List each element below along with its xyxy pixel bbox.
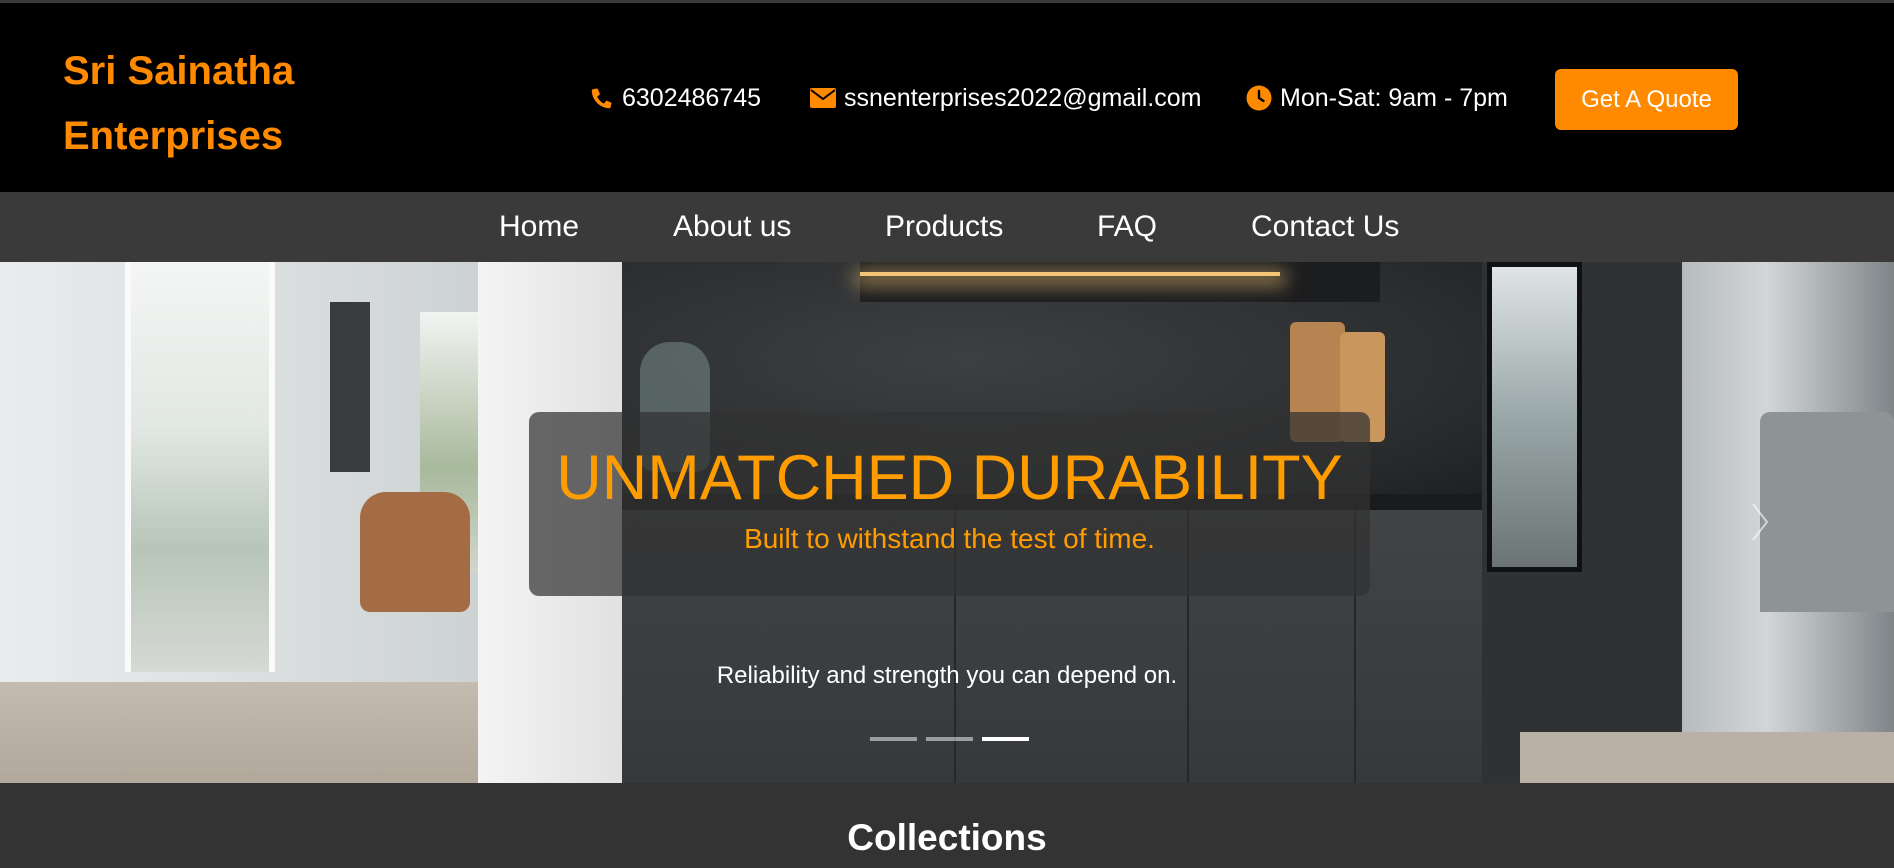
nav-item-faq[interactable]: FAQ bbox=[1097, 210, 1157, 244]
scene-oven-window bbox=[1487, 262, 1582, 572]
contact-phone[interactable]: 6302486745 bbox=[590, 81, 761, 115]
nav-item-products[interactable]: Products bbox=[885, 210, 1003, 244]
nav-item-home[interactable]: Home bbox=[499, 210, 579, 244]
scene-right-floor bbox=[1520, 732, 1894, 783]
scene-grill bbox=[1760, 412, 1894, 612]
carousel-indicator-2[interactable] bbox=[926, 737, 973, 741]
hero-tagline: Reliability and strength you can depend … bbox=[716, 662, 1178, 689]
carousel-next-button[interactable] bbox=[1740, 494, 1780, 554]
business-hours: Mon-Sat: 9am - 7pm bbox=[1246, 81, 1508, 115]
site-header: Sri Sainatha Enterprises 6302486745 ssne… bbox=[0, 3, 1894, 192]
carousel-indicator-1[interactable] bbox=[870, 737, 917, 741]
hero-title: UNMATCHED DURABILITY bbox=[556, 443, 1343, 513]
get-a-quote-button[interactable]: Get A Quote bbox=[1555, 69, 1738, 130]
hero-subtitle: Built to withstand the test of time. bbox=[744, 523, 1155, 554]
nav-item-contact-us[interactable]: Contact Us bbox=[1251, 210, 1399, 244]
hero-carousel: UNMATCHED DURABILITY Built to withstand … bbox=[0, 262, 1894, 783]
main-nav: Home About us Products FAQ Contact Us bbox=[0, 192, 1894, 262]
scene-chair bbox=[360, 492, 470, 612]
carousel-indicators bbox=[870, 737, 1030, 743]
phone-icon bbox=[590, 86, 614, 110]
scene-upper-cabinet bbox=[860, 262, 1380, 302]
brand-logo-text[interactable]: Sri Sainatha Enterprises bbox=[63, 39, 363, 169]
nav-item-about-us[interactable]: About us bbox=[673, 210, 791, 244]
contact-email[interactable]: ssnenterprises2022@gmail.com bbox=[810, 81, 1201, 115]
brand-line-1: Sri Sainatha bbox=[63, 49, 295, 93]
brand-line-2: Enterprises bbox=[63, 114, 284, 158]
collections-section: Collections bbox=[0, 783, 1894, 868]
carousel-indicator-3[interactable] bbox=[982, 737, 1029, 741]
collections-title: Collections bbox=[847, 817, 1047, 858]
clock-icon bbox=[1246, 85, 1272, 111]
scene-light-strip bbox=[860, 272, 1280, 276]
hours-text: Mon-Sat: 9am - 7pm bbox=[1280, 83, 1508, 112]
scene-tv bbox=[330, 302, 370, 472]
phone-number: 6302486745 bbox=[622, 83, 762, 112]
envelope-icon bbox=[810, 88, 836, 108]
scene-left-window bbox=[125, 262, 275, 672]
chevron-right-icon bbox=[1751, 502, 1769, 547]
email-address: ssnenterprises2022@gmail.com bbox=[844, 83, 1202, 112]
hero-caption-box: UNMATCHED DURABILITY Built to withstand … bbox=[529, 412, 1370, 596]
